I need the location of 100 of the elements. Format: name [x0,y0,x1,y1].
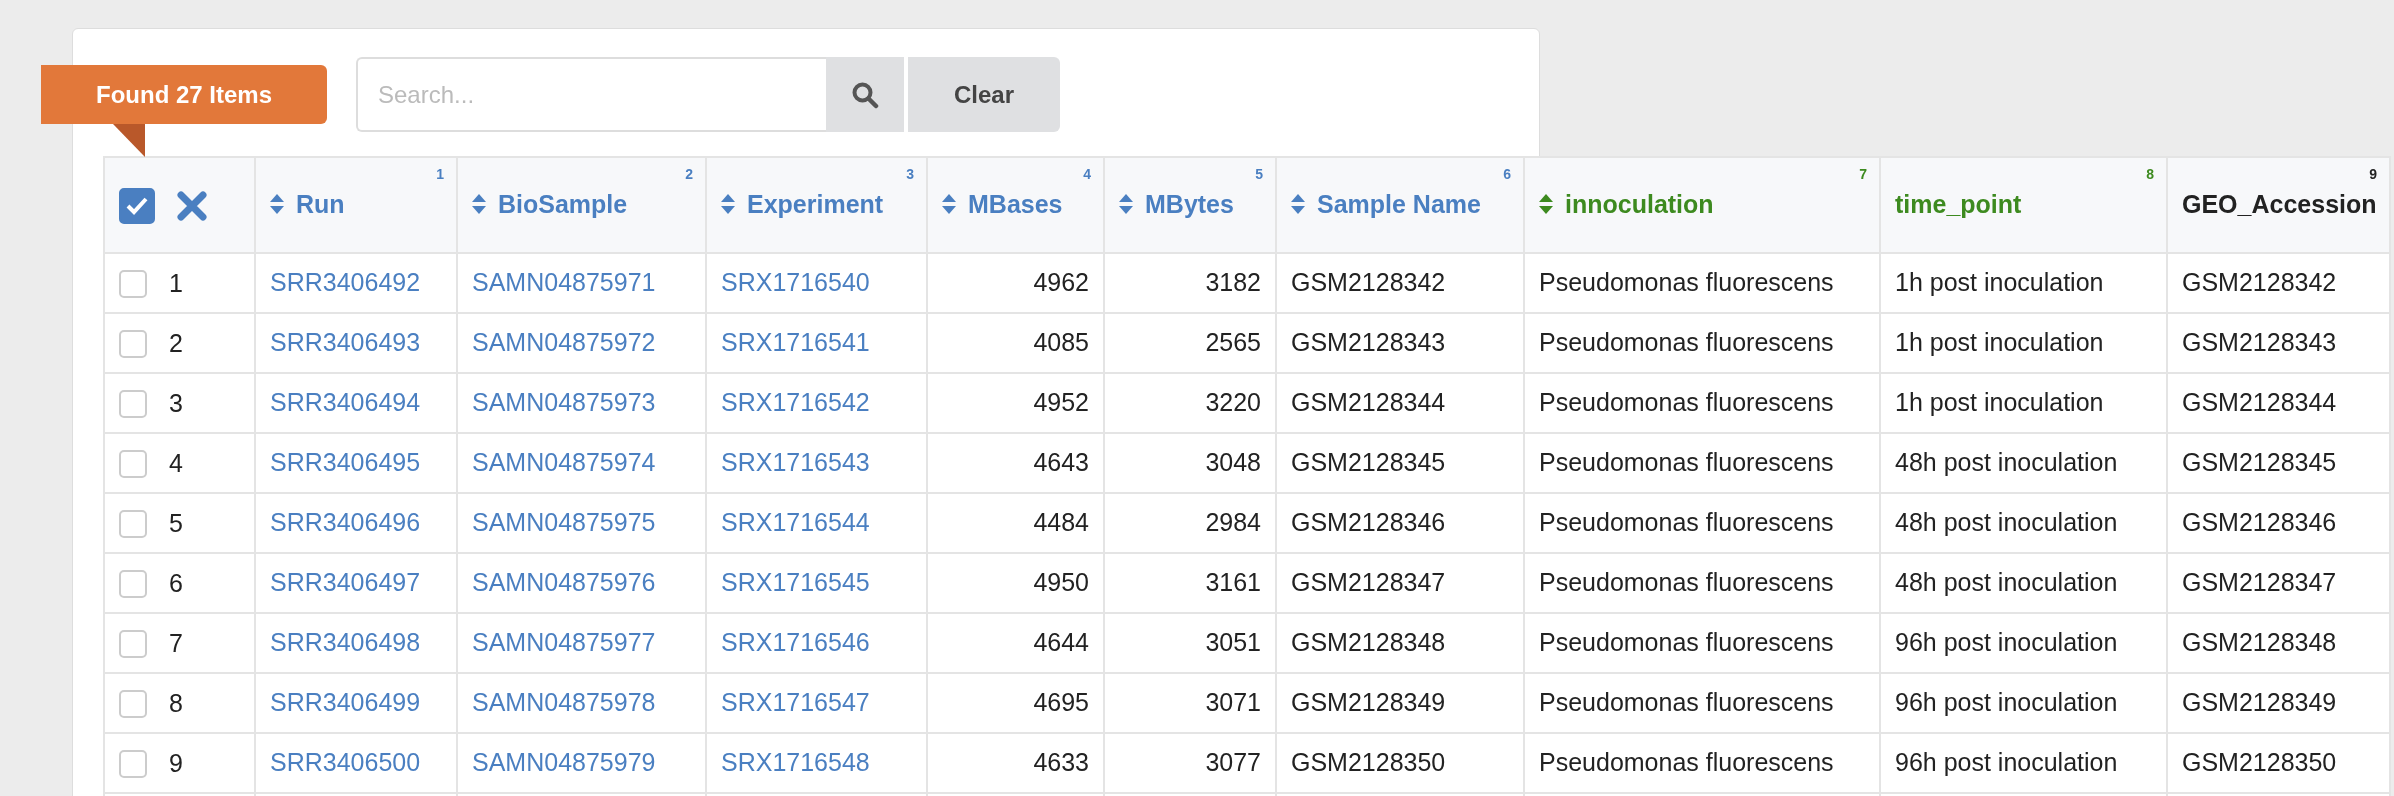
row-checkbox[interactable] [119,389,147,418]
column-label[interactable]: innoculation [1565,190,1714,219]
table-cell: Pseudomonas fluorescens [1539,688,1834,717]
table-cell: 48h post inoculation [1895,448,2118,477]
table-cell: GSM2128346 [1291,508,1446,537]
table-cell: GSM2128343 [2182,328,2337,357]
table-cell: 3077 [1205,748,1261,777]
column-index: 9 [2369,165,2377,184]
table-cell: 48h post inoculation [1895,508,2118,537]
clear-button[interactable]: Clear [908,57,1060,132]
table-cell: 1h post inoculation [1895,388,2104,417]
table-cell: GSM2128348 [2182,628,2337,657]
table-cell: 96h post inoculation [1895,688,2118,717]
row-number: 6 [169,569,183,598]
table-cell: 3051 [1205,628,1261,657]
sort-icon[interactable] [1291,194,1305,215]
table-cell: 96h post inoculation [1895,628,2118,657]
column-index: 1 [436,165,444,184]
column-index: 6 [1503,165,1511,184]
column-index: 5 [1255,165,1263,184]
table-cell: 4695 [1033,688,1089,717]
column-label[interactable]: MBases [968,190,1063,219]
table-cell: Pseudomonas fluorescens [1539,748,1834,777]
table-cell: 4950 [1033,568,1089,597]
table-cell: GSM2128342 [1291,268,1446,297]
row-checkbox[interactable] [119,509,147,538]
table-cell: GSM2128349 [2182,688,2337,717]
column-index: 3 [906,165,914,184]
table-cell: GSM2128347 [1291,568,1446,597]
select-all-checkbox[interactable] [119,188,155,225]
column-index: 4 [1083,165,1091,184]
table-cell: GSM2128343 [1291,328,1446,357]
table-cell: 2565 [1205,328,1261,357]
table-cell: GSM2128345 [1291,448,1446,477]
search-field[interactable]: Search... [356,57,826,132]
table-cell: 4644 [1033,628,1089,657]
table-cell: 3048 [1205,448,1261,477]
column-index: 7 [1859,165,1867,184]
table-cell: GSM2128347 [2182,568,2337,597]
row-checkbox[interactable] [119,329,147,358]
sort-icon[interactable] [942,194,956,215]
row-number: 4 [169,449,183,478]
row-checkbox[interactable] [119,269,147,298]
sort-icon[interactable] [472,194,486,215]
table-cell: 3161 [1205,568,1261,597]
table-cell: 4962 [1033,268,1089,297]
table-cell: 3182 [1205,268,1261,297]
table-cell: Pseudomonas fluorescens [1539,388,1834,417]
column-index: 8 [2146,165,2154,184]
table-cell: GSM2128344 [1291,388,1446,417]
table-cell: Pseudomonas fluorescens [1539,328,1834,357]
table-cell: 4085 [1033,328,1089,357]
table-cell: GSM2128350 [1291,748,1446,777]
table-cell: 4484 [1033,508,1089,537]
table-cell: Pseudomonas fluorescens [1539,448,1834,477]
search-button[interactable] [826,57,904,132]
column-label[interactable]: Experiment [747,190,884,219]
table-cell: GSM2128348 [1291,628,1446,657]
table-cell: 4643 [1033,448,1089,477]
row-number: 3 [169,389,183,418]
table-cell: 4952 [1033,388,1089,417]
table-cell: 1h post inoculation [1895,268,2104,297]
table-cell: GSM2128345 [2182,448,2337,477]
sort-icon[interactable] [1119,194,1133,215]
row-checkbox[interactable] [119,449,147,478]
table-cell: GSM2128346 [2182,508,2337,537]
column-index: 2 [685,165,693,184]
table-cell: 2984 [1205,508,1261,537]
sort-icon[interactable] [270,194,284,215]
table-cell: GSM2128349 [1291,688,1446,717]
row-number: 7 [169,629,183,658]
row-number: 5 [169,509,183,538]
table-cell: Pseudomonas fluorescens [1539,268,1834,297]
row-checkbox[interactable] [119,629,147,658]
table-cell: 4633 [1033,748,1089,777]
table-cell: 1h post inoculation [1895,328,2104,357]
table-cell: 96h post inoculation [1895,748,2118,777]
table-cell: Pseudomonas fluorescens [1539,568,1834,597]
row-checkbox[interactable] [119,689,147,718]
column-label[interactable]: GEO_Accession [2182,190,2377,219]
table-cell: 48h post inoculation [1895,568,2118,597]
row-checkbox[interactable] [119,569,147,598]
column-label[interactable]: MBytes [1145,190,1234,219]
row-number: 8 [169,689,183,718]
table-cell: Pseudomonas fluorescens [1539,628,1834,657]
column-label[interactable]: Run [296,190,345,219]
ribbon-fold [113,124,145,157]
column-label[interactable]: Sample Name [1317,190,1481,219]
row-number: 1 [169,269,183,298]
search-icon [851,80,879,109]
column-label[interactable]: BioSample [498,190,628,219]
row-number: 9 [169,749,183,778]
table-cell: Pseudomonas fluorescens [1539,508,1834,537]
sort-icon[interactable] [721,194,735,215]
table-cell: 3220 [1205,388,1261,417]
deselect-icon[interactable] [177,191,207,222]
row-checkbox[interactable] [119,749,147,778]
result-count-badge: Found 27 Items [41,65,327,124]
column-label[interactable]: time_point [1895,190,2022,219]
row-number: 2 [169,329,183,358]
